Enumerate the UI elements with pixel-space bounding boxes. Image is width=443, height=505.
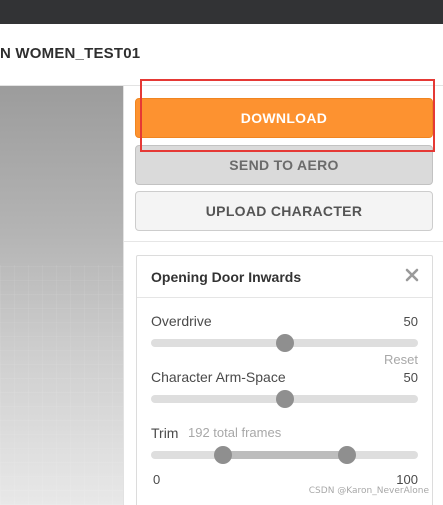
trim-end-thumb[interactable] xyxy=(338,446,357,464)
animation-title: Opening Door Inwards xyxy=(151,269,302,285)
arm-space-label: Character Arm-Space xyxy=(151,369,286,385)
reset-link[interactable]: Reset xyxy=(384,352,418,367)
send-to-aero-button[interactable]: SEND TO AERO xyxy=(135,145,433,185)
arm-space-value: 50 xyxy=(403,370,418,385)
trim-max-value: 100 xyxy=(396,472,418,487)
side-panel: DOWNLOAD SEND TO AERO UPLOAD CHARACTER O… xyxy=(123,79,443,505)
watermark-text: CSDN @Karon_NeverAlone xyxy=(308,486,429,496)
top-bar xyxy=(0,0,443,24)
overdrive-slider-thumb[interactable] xyxy=(275,334,294,352)
3d-viewport[interactable] xyxy=(0,86,123,505)
arm-space-slider[interactable] xyxy=(151,390,418,408)
trim-min-value: 0 xyxy=(153,472,161,487)
trim-label: Trim xyxy=(151,425,179,441)
trim-selected-range xyxy=(223,451,348,459)
download-button[interactable]: DOWNLOAD xyxy=(135,98,433,138)
overdrive-label: Overdrive xyxy=(151,313,212,329)
overdrive-slider[interactable] xyxy=(151,334,418,352)
trim-start-thumb[interactable] xyxy=(214,446,233,464)
close-icon[interactable] xyxy=(403,266,421,284)
overdrive-value: 50 xyxy=(403,314,418,329)
card-header: Opening Door Inwards xyxy=(137,256,432,298)
arm-space-slider-thumb[interactable] xyxy=(275,390,294,408)
animation-settings-card: Opening Door Inwards Overdrive 50 Reset … xyxy=(136,255,433,505)
trim-frames-count: 192 total frames xyxy=(188,425,282,440)
section-divider xyxy=(124,241,443,242)
page-title: N WOMEN_TEST01 xyxy=(0,45,141,62)
trim-range-slider[interactable] xyxy=(151,446,418,464)
viewport-floor-grid xyxy=(0,265,123,505)
upload-character-button[interactable]: UPLOAD CHARACTER xyxy=(135,191,433,231)
header-bar: N WOMEN_TEST01 xyxy=(0,24,443,86)
